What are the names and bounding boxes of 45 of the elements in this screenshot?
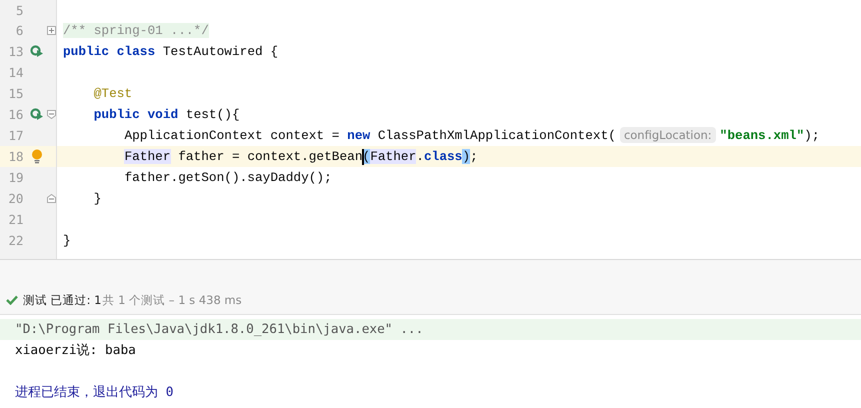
text-cursor (362, 148, 364, 164)
test-summary: 共 1 个测试 – 1 s 438 ms (102, 292, 242, 308)
console-command: "D:\Program Files\Java\jdk1.8.0_261\bin\java.exe" ... (0, 319, 861, 340)
run-test-icon[interactable] (30, 45, 44, 58)
code-text: } (92, 191, 102, 206)
line-number: 5 (15, 2, 24, 18)
collapse-fold-icon[interactable] (47, 110, 56, 119)
code-text: TestAutowired { (162, 44, 278, 59)
console-output: xiaoerzi说: baba (14, 342, 137, 360)
line-number: 18 (7, 149, 24, 164)
line-number: 17 (7, 128, 24, 143)
code-text: ); (804, 128, 820, 143)
type-usage: Father (370, 149, 416, 164)
annotation: @Test (92, 86, 132, 101)
type-usage: Father (123, 149, 171, 164)
folded-comment: /** spring-01 ...*/ (63, 23, 209, 38)
code-text: father.getSon().sayDaddy(); (123, 170, 332, 185)
keyword: public class (63, 44, 156, 59)
code-text: ; (470, 149, 478, 164)
line-number: 19 (7, 170, 24, 185)
keyword: public void (92, 107, 178, 122)
keyword: class (424, 149, 462, 164)
keyword: new (347, 128, 370, 143)
line-number: 15 (7, 86, 24, 101)
line-number: 6 (14, 23, 24, 38)
code-text: test(){ (184, 107, 240, 122)
code-text: . (416, 149, 424, 164)
console-exit-message: 进程已结束，退出代码为 0 (14, 384, 174, 402)
lightbulb-icon[interactable] (31, 149, 44, 164)
test-result: 测试 已通过: 1 (23, 292, 102, 308)
line-number: 21 (7, 212, 24, 227)
expand-fold-icon[interactable] (47, 26, 56, 35)
string-literal: "beans.xml" (720, 128, 804, 143)
matched-brace: ) (462, 149, 470, 164)
code-text: ApplicationContext context = (123, 128, 340, 143)
line-number: 14 (7, 65, 24, 80)
line-number: 16 (7, 107, 24, 122)
line-number: 13 (7, 44, 24, 59)
line-number: 20 (7, 191, 24, 206)
code-text: father = context.getBean (177, 149, 363, 164)
code-text: } (63, 233, 71, 248)
collapse-fold-icon[interactable] (47, 194, 56, 203)
line-number: 22 (7, 233, 24, 248)
run-test-icon[interactable] (30, 108, 44, 121)
code-text: ClassPathXmlApplicationContext( (376, 128, 616, 143)
